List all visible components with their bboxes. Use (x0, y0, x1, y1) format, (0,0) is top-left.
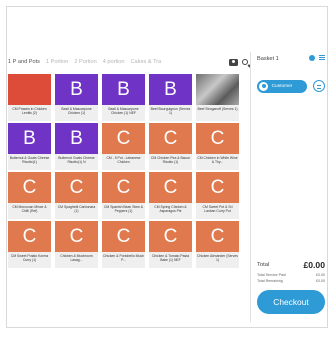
product-tile[interactable]: CM Prawns in Chicken Lentils (2) (8, 74, 51, 121)
product-tile[interactable]: C CM Chicken in White Wine & Thy... (196, 123, 239, 170)
search-icon[interactable] (242, 59, 248, 65)
product-swatch: B (102, 74, 145, 105)
remaining-value: £0.00 (316, 279, 325, 283)
product-tile[interactable]: B Basil & Mascarpone Chicken (1) NEF (102, 74, 145, 121)
customer-label: Customer (271, 84, 293, 89)
product-label: Chicken & Portobello Mush P... (102, 252, 145, 268)
product-label: CM Sweet Potato Korma Curry (1) (8, 252, 51, 268)
tab-2-portion[interactable]: 2 Portion (74, 59, 96, 65)
product-swatch: C (55, 221, 98, 252)
user-icon[interactable] (309, 55, 315, 61)
product-tile[interactable]: B Butternut Goats Cheese Risotto(1) N (55, 123, 98, 170)
product-label: Beef Bourguignon (Serves 1) (149, 105, 192, 121)
product-tile[interactable]: C CM Sweet Potato Korma Curry (1) (8, 221, 51, 268)
camera-icon[interactable] (229, 58, 238, 66)
product-tile[interactable]: C CM Spanish Bean Stew & Peppers (1) (102, 172, 145, 219)
tab-pand-pots[interactable]: 1 P and Pots (8, 59, 40, 65)
product-photo (196, 74, 239, 105)
product-area: 1 P and Pots 1 Portion 2 Portion 4 porti… (8, 52, 248, 322)
category-tabs: 1 P and Pots 1 Portion 2 Portion 4 porti… (8, 55, 248, 69)
product-label: Butternut & Goats Cheese Risotto(1) (8, 154, 51, 170)
note-button[interactable] (313, 80, 325, 92)
basket-title: Basket 1 (257, 56, 279, 62)
product-swatch (8, 74, 51, 105)
top-bar (7, 7, 327, 51)
product-label: CM Spaghetti Carbonara (1) (55, 203, 98, 219)
basket-tools (309, 55, 325, 61)
product-label: CM Spanish Bean Stew & Peppers (1) (102, 203, 145, 219)
product-tile[interactable]: B Butternut & Goats Cheese Risotto(1) (8, 123, 51, 170)
checkout-button[interactable]: Checkout (257, 290, 325, 314)
product-swatch: C (8, 221, 51, 252)
customer-avatar-icon (259, 82, 268, 91)
list-icon[interactable] (319, 55, 325, 60)
product-tile[interactable]: C Chicken & Mushroom Lasag... (55, 221, 98, 268)
service-label: Total Service Paid (257, 273, 286, 277)
tab-tools (229, 55, 248, 69)
product-swatch: C (55, 172, 98, 203)
tab-1-portion[interactable]: 1 Portion (46, 59, 68, 65)
product-swatch: B (55, 74, 98, 105)
product-swatch: C (102, 123, 145, 154)
product-swatch: C (102, 172, 145, 203)
total-row: Total £0.00 (257, 260, 325, 270)
product-label: CM - 5 Pot - Lebanese Chicken (102, 154, 145, 170)
product-swatch: C (102, 221, 145, 252)
product-tile[interactable]: C Chicken Alexander (Serves 1) (196, 221, 239, 268)
product-swatch: C (149, 123, 192, 154)
product-label: Chicken & Mushroom Lasag... (55, 252, 98, 268)
product-swatch: B (149, 74, 192, 105)
product-grid: CM Prawns in Chicken Lentils (2) B Basil &… (8, 74, 248, 268)
product-label: Basil & Mascarpone Chicken (1) (55, 105, 98, 121)
total-value: £0.00 (303, 260, 325, 270)
tab-4-portion[interactable]: 4 portion (103, 59, 125, 65)
service-value: £0.00 (316, 273, 325, 277)
product-tile[interactable]: B Basil & Mascarpone Chicken (1) (55, 74, 98, 121)
product-tile[interactable]: C CM Chicken Pea & Bacon Risotto (1) (149, 123, 192, 170)
product-swatch: B (8, 123, 51, 154)
product-swatch: C (196, 172, 239, 203)
product-tile[interactable]: C CM Sweet Pot & Sri Lankan Curry Pot (196, 172, 239, 219)
product-tile[interactable]: C CM - 5 Pot - Lebanese Chicken (102, 123, 145, 170)
total-label: Total (257, 262, 270, 268)
product-label: Beef Stroganoff (Serves 1) (196, 105, 239, 121)
product-swatch: C (196, 221, 239, 252)
product-tile[interactable]: C Chicken & Portobello Mush P... (102, 221, 145, 268)
product-tile[interactable]: C Chicken & Tomato Pasta Bake (1) NEF (149, 221, 192, 268)
product-swatch: C (149, 172, 192, 203)
tab-cakes[interactable]: Cakes & Tra (131, 59, 162, 65)
basket-panel: Basket 1 Customer Total £0.00 Total Serv… (250, 52, 329, 322)
product-label: Chicken Alexander (Serves 1) (196, 252, 239, 268)
product-tile[interactable]: C CM Spaghetti Carbonara (1) (55, 172, 98, 219)
product-label: Basil & Mascarpone Chicken (1) NEF (102, 105, 145, 121)
product-label: CM Chicken in White Wine & Thy... (196, 154, 239, 170)
product-label: CM Prawns in Chicken Lentils (2) (8, 105, 51, 121)
product-swatch: C (8, 172, 51, 203)
remaining-label: Total Remaining (257, 279, 283, 283)
product-tile[interactable]: C CM Spring Chicken & Asparagus Pie (149, 172, 192, 219)
product-label: Chicken & Tomato Pasta Bake (1) NEF (149, 252, 192, 268)
product-swatch: C (149, 221, 192, 252)
product-label: CM Sweet Pot & Sri Lankan Curry Pot (196, 203, 239, 219)
product-label: CM Chicken Pea & Bacon Risotto (1) (149, 154, 192, 170)
remaining-row: Total Remaining £0.00 (257, 279, 325, 285)
product-label: CM Moroccan Mince & Chilli (Ref) (8, 203, 51, 219)
product-swatch: B (55, 123, 98, 154)
product-label: Butternut Goats Cheese Risotto(1) N (55, 154, 98, 170)
product-tile[interactable]: Beef Stroganoff (Serves 1) (196, 74, 239, 121)
customer-button[interactable]: Customer (257, 80, 307, 93)
product-tile[interactable]: B Beef Bourguignon (Serves 1) (149, 74, 192, 121)
product-tile[interactable]: C CM Moroccan Mince & Chilli (Ref) (8, 172, 51, 219)
product-swatch: C (196, 123, 239, 154)
product-label: CM Spring Chicken & Asparagus Pie (149, 203, 192, 219)
